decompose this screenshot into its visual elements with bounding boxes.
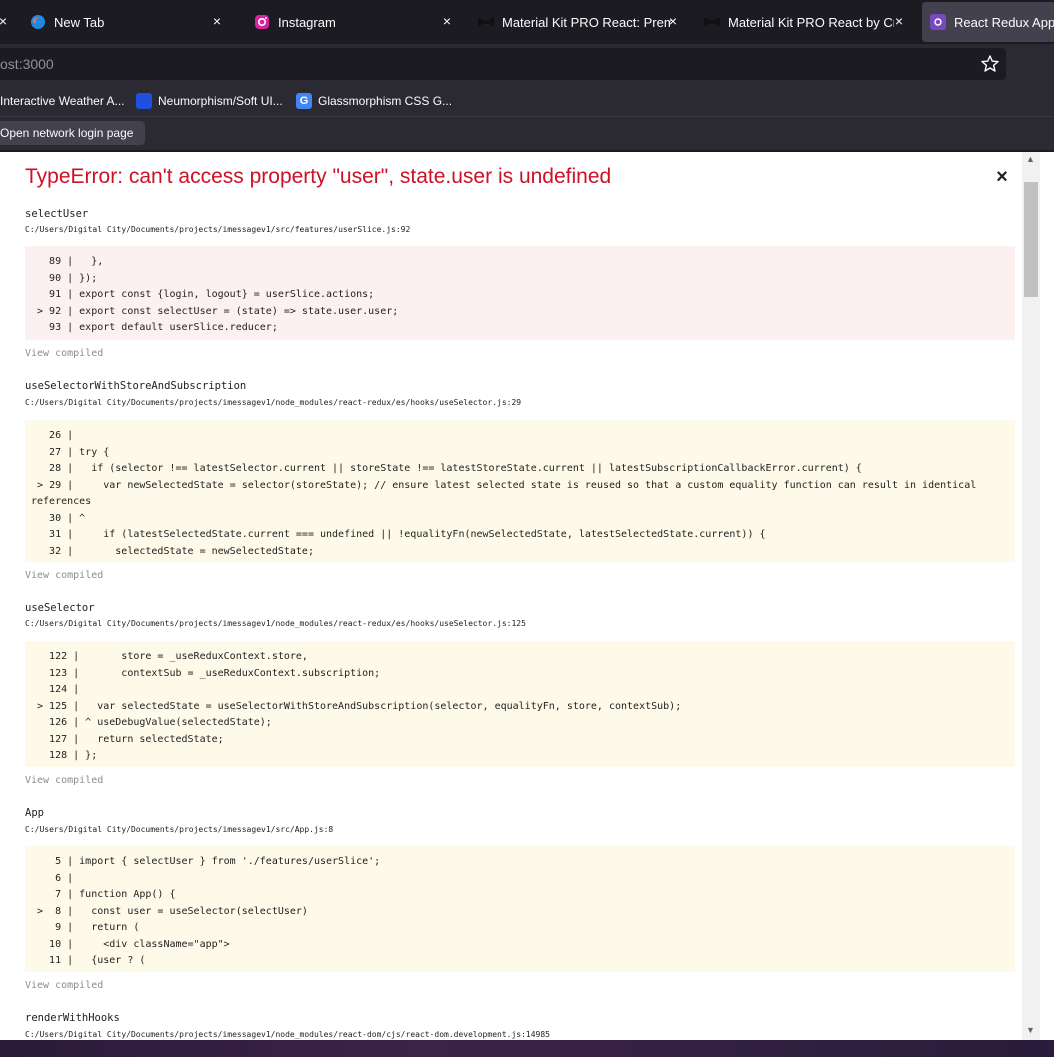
bookmark-weather[interactable]: Interactive Weather A... <box>0 91 125 111</box>
code-line: 90 | }); <box>31 272 98 284</box>
code-line: 124 | <box>31 684 86 695</box>
neumorphism-icon <box>136 93 152 109</box>
open-network-login-button[interactable]: Open network login page <box>0 121 146 145</box>
code-line: 27 | try { <box>31 446 110 458</box>
address-bar[interactable]: ost:3000 <box>0 48 1006 80</box>
code-line: 6 | <box>31 872 80 884</box>
bookmark-label: Interactive Weather A... <box>0 94 125 108</box>
view-compiled-link[interactable]: View compiled <box>25 775 103 786</box>
code-line: 126 | ^ useDebugValue(selectedState); <box>31 717 272 728</box>
tab-bar: × New Tab × Instagram × Material Kit PRO… <box>0 0 1054 44</box>
code-line-highlighted: > 92 | export const selectUser = (state)… <box>31 305 399 317</box>
code-line: 89 | }, <box>31 256 104 267</box>
frame-function: useSelector <box>25 602 95 614</box>
code-line: 30 | ^ <box>31 512 86 524</box>
scroll-down-icon[interactable]: ▼ <box>1026 1025 1035 1035</box>
react-redux-icon <box>930 14 946 30</box>
tab-title: Material Kit PRO React: Premium <box>502 14 672 30</box>
tab-title: Material Kit PRO React by Creati <box>728 14 894 30</box>
creative-tim-icon <box>704 14 720 30</box>
bookmark-label: Glassmorphism CSS G... <box>318 94 453 108</box>
code-line: 11 | {user ? ( <box>31 955 146 966</box>
address-host: ost <box>0 56 19 72</box>
bookmark-glassmorphism[interactable]: G Glassmorphism CSS G... <box>296 91 452 111</box>
tab-new-tab[interactable]: × New Tab × <box>0 2 234 42</box>
scroll-up-icon[interactable]: ▲ <box>1026 154 1035 164</box>
error-title: TypeError: can't access property "user",… <box>25 165 612 188</box>
code-line: 122 | store = _useReduxContext.store, <box>31 651 308 662</box>
bookmark-label: Neumorphism/Soft UI... <box>158 94 283 108</box>
code-line: 93 | export default userSlice.reducer; <box>31 322 278 333</box>
tab-title: Instagram <box>278 14 336 30</box>
desktop-taskbar <box>0 1040 1054 1057</box>
view-compiled-link[interactable]: View compiled <box>25 570 103 581</box>
view-compiled-link[interactable]: View compiled <box>25 980 103 991</box>
frame-path: C:/Users/Digital City/Documents/projects… <box>25 225 411 234</box>
code-line: 128 | }; <box>31 750 98 761</box>
code-line: 127 | return selectedState; <box>31 733 224 745</box>
close-overlay-button[interactable]: × <box>993 167 1011 187</box>
code-snippet: 26 | 27 | try { 28 | if (selector !== la… <box>25 420 1015 562</box>
code-line: 123 | contextSub = _useReduxContext.subs… <box>31 667 381 679</box>
bookmark-neumorphism[interactable]: Neumorphism/Soft UI... <box>136 91 283 111</box>
code-snippet: 89 | }, 90 | }); 91 | export const {logi… <box>25 246 1015 340</box>
frame-function: renderWithHooks <box>25 1012 120 1024</box>
frame-path: C:/Users/Digital City/Documents/projects… <box>25 1030 550 1039</box>
frame-function: useSelectorWithStoreAndSubscription <box>25 380 247 392</box>
code-line: 10 | <div className="app"> <box>31 938 230 950</box>
code-line: 32 | selectedState = newSelectedState; <box>31 545 314 557</box>
code-line-highlighted: > 125 | var selectedState = useSelectorW… <box>31 700 682 712</box>
code-line: 26 | <box>31 430 80 441</box>
view-compiled-link[interactable]: View compiled <box>25 348 103 359</box>
tab-material-kit-pro-1[interactable]: Material Kit PRO React: Premium × <box>478 2 690 42</box>
close-icon[interactable]: × <box>0 12 12 30</box>
close-icon[interactable]: × <box>438 12 456 30</box>
code-line: 31 | if (latestSelectedState.current ===… <box>31 529 766 540</box>
code-line: 5 | import { selectUser } from './featur… <box>31 856 381 867</box>
firefox-icon <box>30 14 46 30</box>
tab-material-kit-pro-2[interactable]: Material Kit PRO React by Creati × <box>704 2 916 42</box>
address-port: :3000 <box>18 56 54 72</box>
code-line: 7 | function App() { <box>31 889 176 900</box>
code-line-highlighted: > 8 | const user = useSelector(selectUse… <box>31 905 308 917</box>
tab-title: New Tab <box>54 14 105 30</box>
frame-path: C:/Users/Digital City/Documents/projects… <box>25 825 334 834</box>
frame-path: C:/Users/Digital City/Documents/projects… <box>25 619 526 628</box>
code-line: 91 | export const {login, logout} = user… <box>31 289 375 300</box>
g-icon: G <box>296 93 312 109</box>
close-icon[interactable]: × <box>890 12 908 30</box>
frame-path: C:/Users/Digital City/Documents/projects… <box>25 398 522 407</box>
close-icon[interactable]: × <box>664 12 682 30</box>
creative-tim-icon <box>478 14 494 30</box>
tab-react-redux-app[interactable]: React Redux App <box>922 2 1054 42</box>
code-snippet: 122 | store = _useReduxContext.store, 12… <box>25 641 1015 767</box>
scrollbar-thumb[interactable] <box>1024 182 1038 297</box>
error-overlay: TypeError: can't access property "user",… <box>0 152 1054 1040</box>
close-icon[interactable]: × <box>208 12 226 30</box>
frame-function: App <box>25 807 44 819</box>
notification-bar: Open network login page <box>0 116 1054 150</box>
code-line: 28 | if (selector !== latestSelector.cur… <box>31 463 862 474</box>
instagram-icon <box>254 14 270 30</box>
tab-title: React Redux App <box>954 14 1054 30</box>
code-snippet: 5 | import { selectUser } from './featur… <box>25 846 1015 972</box>
code-line: 9 | return ( <box>31 922 140 933</box>
frame-function: selectUser <box>25 208 89 220</box>
bookmark-star-icon[interactable] <box>980 54 1000 74</box>
bookmarks-bar: Interactive Weather A... Neumorphism/Sof… <box>0 86 1054 116</box>
tab-instagram[interactable]: Instagram × <box>254 2 464 42</box>
code-line-highlighted: > 29 | var newSelectedState = selector(s… <box>31 479 983 508</box>
